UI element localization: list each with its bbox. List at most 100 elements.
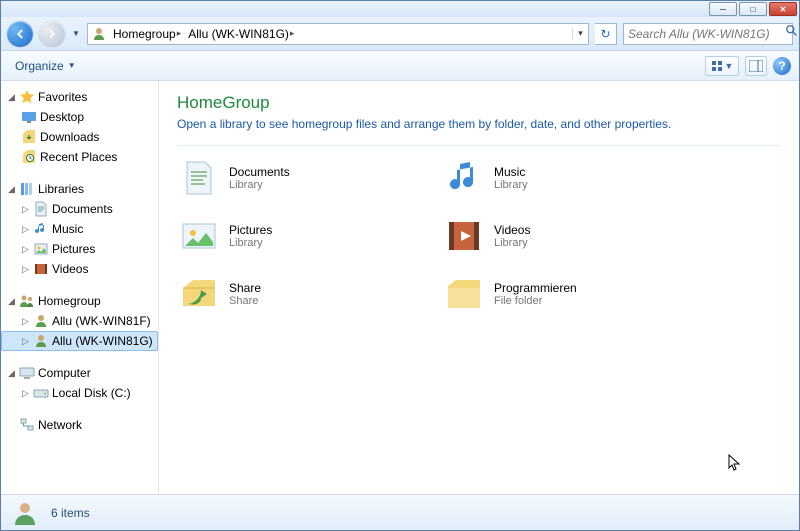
- search-input[interactable]: [628, 27, 785, 41]
- tree-label: Computer: [38, 366, 91, 380]
- tree-label: Music: [52, 222, 83, 236]
- tree-item-lib-music[interactable]: ▷ Music: [1, 219, 158, 239]
- explorer-window: ─ □ ✕ ▼ Homegroup ▸ Allu (WK-WIN81G) ▸ ▾: [0, 0, 800, 531]
- collapse-icon[interactable]: ◢: [7, 184, 16, 195]
- item-type: Share: [229, 295, 261, 307]
- tree-label: Homegroup: [38, 294, 101, 308]
- tree-group-computer: ◢ Computer ▷ Local Disk (C:): [1, 363, 158, 403]
- title-bar: ─ □ ✕: [1, 1, 799, 17]
- library-item-pictures[interactable]: PicturesLibrary: [177, 214, 432, 258]
- breadcrumb-allu[interactable]: Allu (WK-WIN81G) ▸: [185, 24, 298, 44]
- tree-label: Allu (WK-WIN81G): [52, 334, 153, 348]
- homegroup-icon: [91, 26, 107, 42]
- tree-group-libraries: ◢ Libraries ▷ Documents ▷ Music ▷: [1, 179, 158, 279]
- tree-item-lib-documents[interactable]: ▷ Documents: [1, 199, 158, 219]
- divider: [177, 145, 781, 146]
- help-button[interactable]: ?: [773, 57, 791, 75]
- view-options-button[interactable]: ▼: [705, 56, 739, 76]
- share-icon: [179, 274, 219, 314]
- tree-group-network: ▷ Network: [1, 415, 158, 435]
- expand-icon[interactable]: ▷: [21, 316, 30, 327]
- network-icon: [19, 417, 35, 433]
- refresh-button[interactable]: ↻: [595, 23, 617, 45]
- item-name: Music: [494, 165, 528, 179]
- tree-head-network[interactable]: ▷ Network: [1, 415, 158, 435]
- close-button[interactable]: ✕: [769, 2, 797, 16]
- content-pane[interactable]: HomeGroup Open a library to see homegrou…: [159, 81, 799, 494]
- libraries-icon: [19, 181, 35, 197]
- library-item-documents[interactable]: DocumentsLibrary: [177, 156, 432, 200]
- user-icon: [33, 333, 49, 349]
- tree-item-lib-videos[interactable]: ▷ Videos: [1, 259, 158, 279]
- documents-icon: [179, 158, 219, 198]
- library-item-music[interactable]: MusicLibrary: [442, 156, 697, 200]
- tree-item-recent[interactable]: Recent Places: [1, 147, 158, 167]
- chevron-down-icon: ▼: [68, 61, 76, 70]
- tree-label: Network: [38, 418, 82, 432]
- tree-item-downloads[interactable]: Downloads: [1, 127, 158, 147]
- desktop-icon: [21, 109, 37, 125]
- item-name: Documents: [229, 165, 290, 179]
- tree-group-favorites: ◢ Favorites Desktop Downloads Recent Pla…: [1, 87, 158, 167]
- tree-head-computer[interactable]: ◢ Computer: [1, 363, 158, 383]
- tree-head-homegroup[interactable]: ◢ Homegroup: [1, 291, 158, 311]
- tree-head-favorites[interactable]: ◢ Favorites: [1, 87, 158, 107]
- breadcrumb-homegroup[interactable]: Homegroup ▸: [110, 24, 185, 44]
- address-bar[interactable]: Homegroup ▸ Allu (WK-WIN81G) ▸ ▾: [87, 23, 589, 45]
- command-bar: Organize ▼ ▼ ?: [1, 51, 799, 81]
- pictures-icon: [33, 241, 49, 257]
- forward-button[interactable]: [39, 21, 65, 47]
- address-dropdown[interactable]: ▾: [572, 28, 588, 39]
- item-name: Pictures: [229, 223, 272, 237]
- minimize-button[interactable]: ─: [709, 2, 737, 16]
- search-box[interactable]: [623, 23, 793, 45]
- recent-icon: [21, 149, 37, 165]
- history-dropdown[interactable]: ▼: [71, 29, 81, 38]
- music-icon: [444, 158, 484, 198]
- tree-label: Local Disk (C:): [52, 386, 131, 400]
- chevron-right-icon: ▸: [176, 28, 183, 39]
- tree-label: Videos: [52, 262, 88, 276]
- collapse-icon[interactable]: ◢: [7, 368, 16, 379]
- downloads-icon: [21, 129, 37, 145]
- expand-icon[interactable]: ▷: [21, 388, 30, 399]
- collapse-icon[interactable]: ◢: [7, 296, 16, 307]
- item-type: Library: [229, 237, 272, 249]
- item-type: Library: [229, 179, 290, 191]
- library-item-videos[interactable]: VideosLibrary: [442, 214, 697, 258]
- back-button[interactable]: [7, 21, 33, 47]
- tree-label: Recent Places: [40, 150, 117, 164]
- library-item-share[interactable]: ShareShare: [177, 272, 432, 316]
- music-icon: [33, 221, 49, 237]
- user-icon: [11, 499, 39, 527]
- expand-icon[interactable]: ▷: [21, 204, 30, 215]
- item-name: Videos: [494, 223, 530, 237]
- tree-item-lib-pictures[interactable]: ▷ Pictures: [1, 239, 158, 259]
- tree-head-libraries[interactable]: ◢ Libraries: [1, 179, 158, 199]
- collapse-icon[interactable]: ◢: [7, 92, 16, 103]
- tree-label: Favorites: [38, 90, 87, 104]
- preview-pane-button[interactable]: [745, 56, 767, 76]
- breadcrumb-label: Allu (WK-WIN81G): [188, 27, 289, 41]
- tree-item-hg-user2[interactable]: ▷ Allu (WK-WIN81G): [1, 331, 158, 351]
- expand-icon[interactable]: ▷: [21, 336, 30, 347]
- maximize-button[interactable]: □: [739, 2, 767, 16]
- tree-group-homegroup: ◢ Homegroup ▷ Allu (WK-WIN81F) ▷ Allu (W…: [1, 291, 158, 351]
- item-type: File folder: [494, 295, 577, 307]
- expand-icon[interactable]: ▷: [21, 224, 30, 235]
- expand-icon[interactable]: ▷: [21, 264, 30, 275]
- cursor-icon: [728, 454, 742, 475]
- tree-label: Downloads: [40, 130, 99, 144]
- expand-icon[interactable]: ▷: [21, 244, 30, 255]
- library-item-programmieren[interactable]: ProgrammierenFile folder: [442, 272, 697, 316]
- tree-item-hg-user1[interactable]: ▷ Allu (WK-WIN81F): [1, 311, 158, 331]
- tree-item-desktop[interactable]: Desktop: [1, 107, 158, 127]
- user-icon: [33, 313, 49, 329]
- organize-button[interactable]: Organize ▼: [9, 56, 82, 76]
- chevron-down-icon: ▼: [725, 61, 734, 71]
- tree-label: Allu (WK-WIN81F): [52, 314, 151, 328]
- tree-item-local-disk[interactable]: ▷ Local Disk (C:): [1, 383, 158, 403]
- navigation-pane[interactable]: ◢ Favorites Desktop Downloads Recent Pla…: [1, 81, 159, 494]
- pictures-icon: [179, 216, 219, 256]
- folder-icon: [444, 274, 484, 314]
